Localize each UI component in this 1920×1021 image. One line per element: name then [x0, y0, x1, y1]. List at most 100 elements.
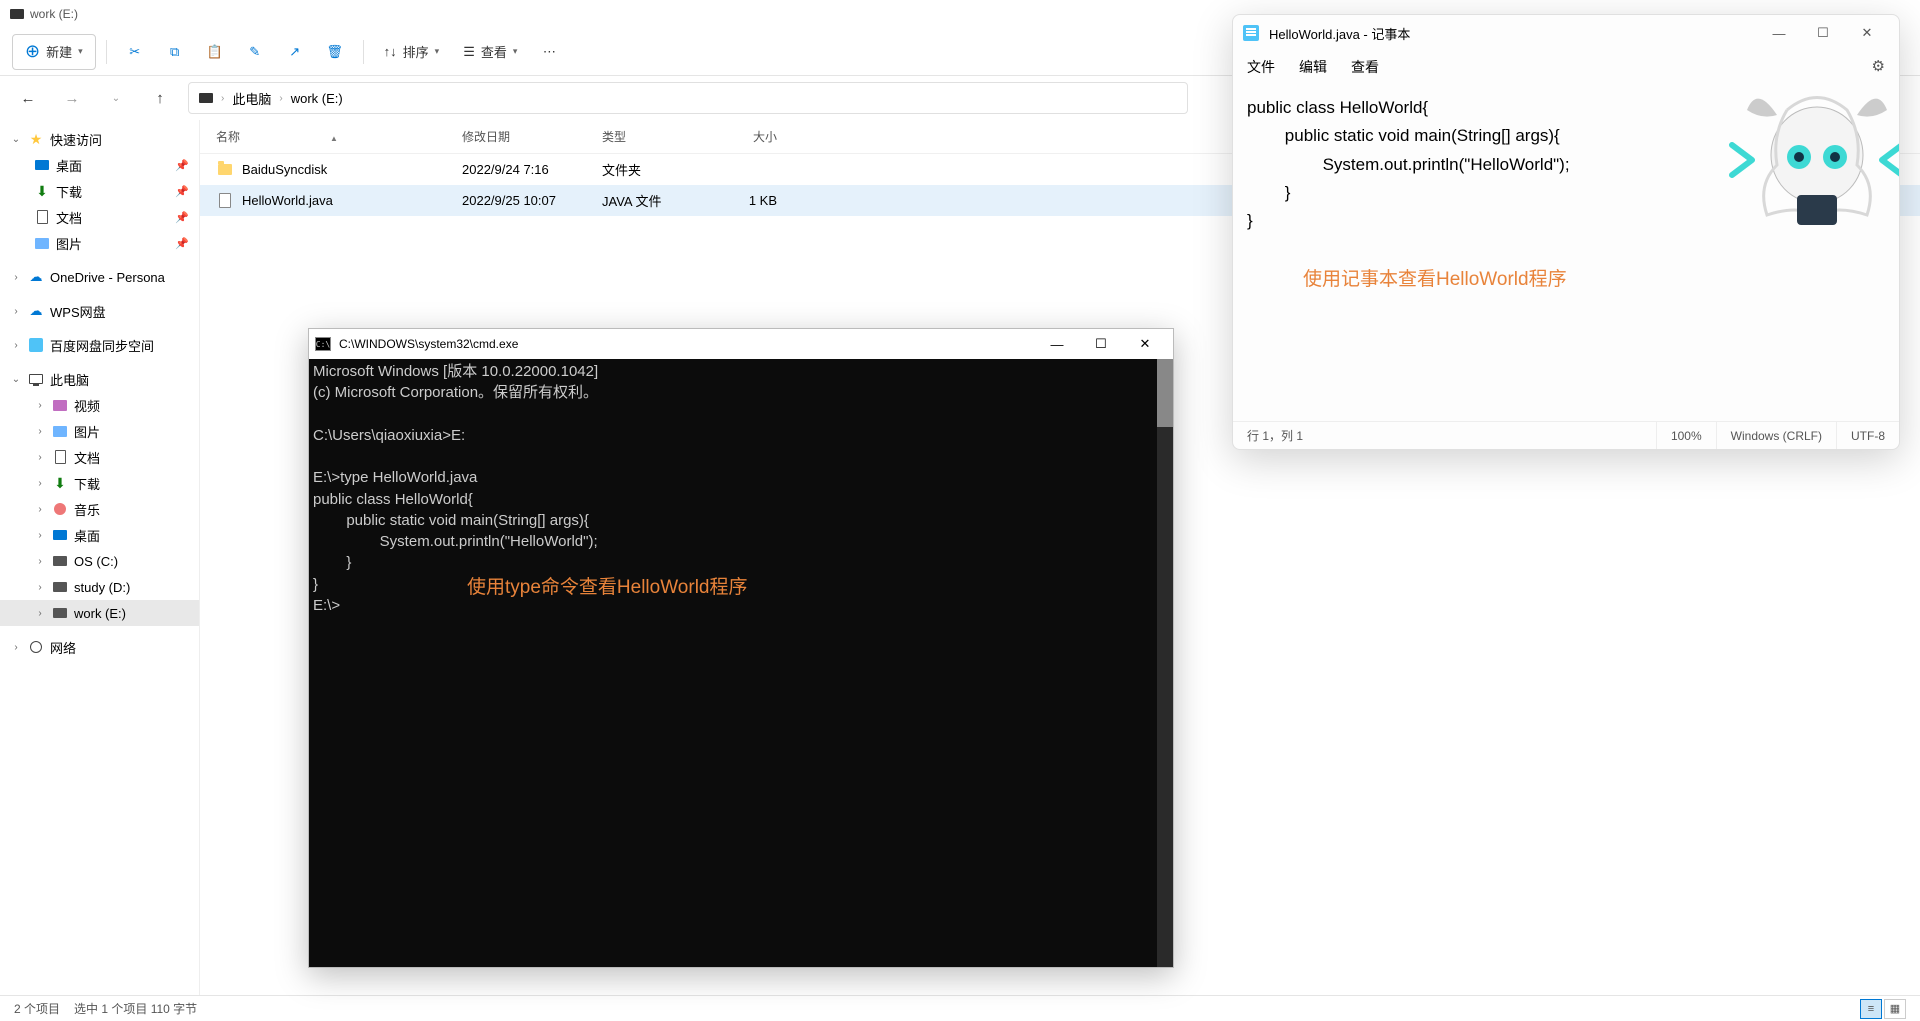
sort-icon: ↑↓ — [384, 44, 397, 59]
column-name[interactable]: 名称 — [216, 130, 240, 144]
sidebar-this-pc[interactable]: ⌄此电脑 — [0, 366, 199, 392]
separator — [106, 40, 107, 64]
maximize-button[interactable]: ☐ — [1079, 330, 1123, 358]
sidebar-music[interactable]: ›音乐 — [0, 496, 199, 522]
maximize-button[interactable]: ☐ — [1801, 17, 1845, 49]
desktop-icon — [53, 530, 67, 540]
view-button[interactable]: ☰ 查看 ▾ — [453, 34, 527, 70]
pin-icon: 📌 — [175, 185, 189, 198]
cmd-title-bar[interactable]: C:\ C:\WINDOWS\system32\cmd.exe — ☐ ✕ — [309, 329, 1173, 359]
sidebar-downloads[interactable]: ⬇下载📌 — [0, 178, 199, 204]
sidebar-onedrive[interactable]: ›☁OneDrive - Persona — [0, 264, 199, 290]
chevron-down-icon: ▾ — [78, 46, 83, 57]
cmd-terminal[interactable]: Microsoft Windows [版本 10.0.22000.1042] (… — [309, 359, 1173, 967]
sidebar-documents[interactable]: 文档📌 — [0, 204, 199, 230]
star-icon: ★ — [28, 131, 44, 147]
icons-view-button[interactable]: ▦ — [1884, 999, 1906, 1019]
rename-icon: ✎ — [249, 44, 260, 60]
sidebar-drive-e[interactable]: ›work (E:) — [0, 600, 199, 626]
scrollbar-thumb[interactable] — [1157, 359, 1173, 427]
sort-button[interactable]: ↑↓ 排序 ▾ — [374, 34, 450, 70]
sidebar-pictures[interactable]: 图片📌 — [0, 230, 199, 256]
details-view-button[interactable]: ≡ — [1860, 999, 1882, 1019]
folder-icon — [218, 164, 232, 175]
forward-button[interactable]: → — [56, 82, 88, 114]
chevron-down-icon: ▾ — [513, 46, 518, 57]
scissors-icon: ✂ — [129, 44, 140, 60]
paste-button[interactable]: 📋 — [197, 34, 233, 70]
cmd-window[interactable]: C:\ C:\WINDOWS\system32\cmd.exe — ☐ ✕ Mi… — [308, 328, 1174, 968]
column-size[interactable]: 大小 — [717, 128, 777, 145]
sidebar-drive-d[interactable]: ›study (D:) — [0, 574, 199, 600]
notepad-menu: 文件 编辑 查看 ⚙ — [1233, 51, 1899, 87]
sidebar-downloads2[interactable]: ›⬇下载 — [0, 470, 199, 496]
recent-dropdown[interactable]: ⌄ — [100, 82, 132, 114]
delete-button[interactable]: 🗑 — [317, 34, 353, 70]
scrollbar[interactable] — [1157, 359, 1173, 967]
status-encoding: UTF-8 — [1837, 422, 1899, 449]
sidebar-drive-c[interactable]: ›OS (C:) — [0, 548, 199, 574]
notepad-title-text: HelloWorld.java - 记事本 — [1269, 24, 1410, 43]
pin-icon: 📌 — [175, 211, 189, 224]
pictures-icon — [53, 426, 67, 437]
cut-button[interactable]: ✂ — [117, 34, 153, 70]
status-cursor-pos: 行 1，列 1 — [1233, 422, 1657, 449]
chevron-down-icon: ▾ — [435, 46, 440, 57]
breadcrumb-item[interactable]: work (E:) — [291, 91, 343, 106]
menu-edit[interactable]: 编辑 — [1299, 57, 1327, 77]
notepad-editor[interactable]: public class HelloWorld{ public static v… — [1233, 87, 1899, 421]
sidebar-network[interactable]: ›网络 — [0, 634, 199, 660]
sidebar-videos[interactable]: ›视频 — [0, 392, 199, 418]
drive-icon — [10, 9, 24, 19]
download-icon: ⬇ — [34, 183, 50, 199]
up-button[interactable]: ↑ — [144, 82, 176, 114]
close-button[interactable]: ✕ — [1123, 330, 1167, 358]
back-button[interactable]: ← — [12, 82, 44, 114]
network-icon — [30, 641, 42, 653]
notepad-statusbar: 行 1，列 1 100% Windows (CRLF) UTF-8 — [1233, 421, 1899, 449]
plus-icon: ⊕ — [25, 41, 40, 62]
pictures-icon — [35, 238, 49, 249]
copy-button[interactable]: ⧉ — [157, 34, 193, 70]
status-item-count: 2 个项目 — [14, 1000, 60, 1017]
chevron-right-icon: › — [221, 93, 224, 104]
column-type[interactable]: 类型 — [602, 128, 717, 145]
sidebar-pictures2[interactable]: ›图片 — [0, 418, 199, 444]
status-selection: 选中 1 个项目 110 字节 — [74, 1000, 197, 1017]
column-date[interactable]: 修改日期 — [462, 128, 602, 145]
sidebar-documents2[interactable]: ›文档 — [0, 444, 199, 470]
new-button[interactable]: ⊕ 新建 ▾ — [12, 34, 96, 70]
more-button[interactable]: ⋯ — [531, 34, 567, 70]
cmd-annotation: 使用type命令查看HelloWorld程序 — [467, 575, 747, 601]
rename-button[interactable]: ✎ — [237, 34, 273, 70]
minimize-button[interactable]: — — [1757, 17, 1801, 49]
minimize-button[interactable]: — — [1035, 330, 1079, 358]
menu-view[interactable]: 查看 — [1351, 57, 1379, 77]
share-icon: ↗ — [289, 44, 300, 60]
settings-button[interactable]: ⚙ — [1872, 57, 1885, 77]
address-bar[interactable]: › 此电脑 › work (E:) — [188, 82, 1188, 114]
sidebar-quick-access[interactable]: ⌄★快速访问 — [0, 126, 199, 152]
document-icon — [55, 450, 66, 464]
clipboard-icon: 📋 — [207, 44, 223, 60]
sidebar-baidu[interactable]: ›百度网盘同步空间 — [0, 332, 199, 358]
pc-icon — [29, 374, 43, 384]
menu-file[interactable]: 文件 — [1247, 57, 1275, 77]
new-button-label: 新建 — [46, 42, 72, 61]
sidebar-desktop2[interactable]: ›桌面 — [0, 522, 199, 548]
view-label: 查看 — [481, 42, 507, 61]
sidebar-desktop[interactable]: 桌面📌 — [0, 152, 199, 178]
desktop-icon — [35, 160, 49, 170]
close-button[interactable]: ✕ — [1845, 17, 1889, 49]
breadcrumb-item[interactable]: 此电脑 — [232, 89, 271, 108]
notepad-window[interactable]: HelloWorld.java - 记事本 — ☐ ✕ 文件 编辑 查看 ⚙ p… — [1232, 14, 1900, 450]
notepad-title-bar[interactable]: HelloWorld.java - 记事本 — ☐ ✕ — [1233, 15, 1899, 51]
java-file-icon — [219, 193, 231, 208]
share-button[interactable]: ↗ — [277, 34, 313, 70]
pin-icon: 📌 — [175, 159, 189, 172]
cloud-icon: ☁ — [28, 269, 44, 285]
sidebar-wps[interactable]: ›☁WPS网盘 — [0, 298, 199, 324]
sort-asc-icon: ▲ — [330, 134, 338, 143]
separator — [363, 40, 364, 64]
video-icon — [53, 400, 67, 411]
